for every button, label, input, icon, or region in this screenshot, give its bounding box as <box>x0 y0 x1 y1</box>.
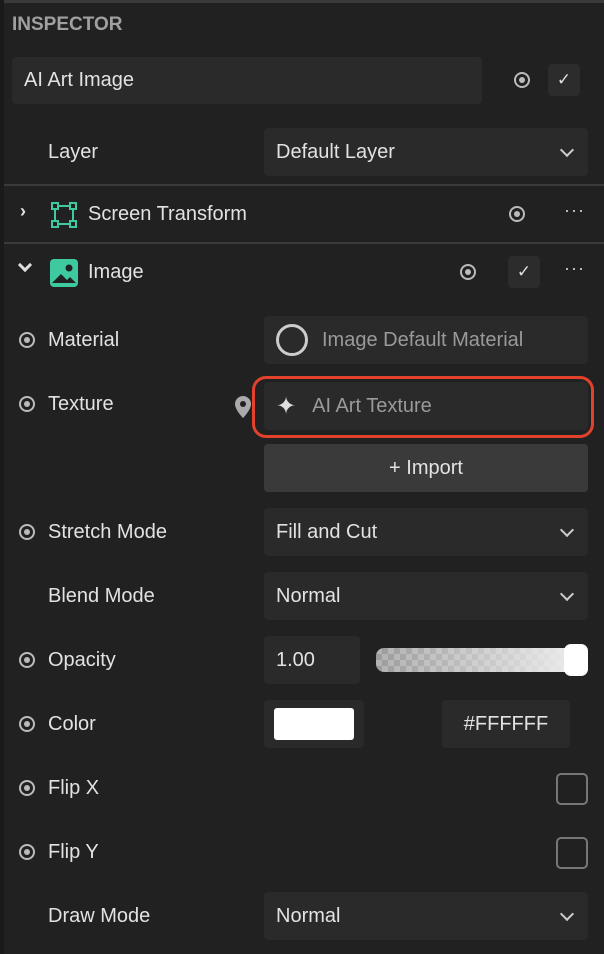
screen-transform-radio-icon[interactable] <box>509 206 525 222</box>
color-swatch <box>274 708 354 740</box>
material-label: Material <box>48 329 120 351</box>
layer-dropdown[interactable]: Default Layer <box>264 128 588 176</box>
stretch-mode-value: Fill and Cut <box>276 520 378 543</box>
import-button[interactable]: + Import <box>264 444 588 492</box>
opacity-input[interactable]: 1.00 <box>264 636 360 684</box>
component-title-screen-transform[interactable]: Screen Transform <box>88 203 247 226</box>
stretch-mode-radio-icon[interactable] <box>19 524 35 540</box>
opacity-label: Opacity <box>48 649 116 671</box>
opacity-slider-handle[interactable] <box>564 644 588 676</box>
layer-value: Default Layer <box>276 140 395 163</box>
left-border <box>0 0 4 954</box>
stretch-mode-label: Stretch Mode <box>48 521 167 543</box>
object-enabled-checkbox[interactable]: ✓ <box>548 64 580 96</box>
flip-y-checkbox[interactable] <box>556 837 588 869</box>
object-radio-icon[interactable] <box>514 72 530 88</box>
more-icon[interactable]: ··· <box>564 258 585 279</box>
blend-mode-value: Normal <box>276 584 341 607</box>
divider <box>4 184 604 186</box>
opacity-value: 1.00 <box>276 648 315 671</box>
texture-radio-icon[interactable] <box>19 396 35 412</box>
flip-y-radio-icon[interactable] <box>19 844 35 860</box>
color-label: Color <box>48 713 96 735</box>
import-label: + Import <box>389 456 463 479</box>
color-hex-value: #FFFFFF <box>463 712 549 735</box>
panel-title: INSPECTOR <box>12 14 123 35</box>
object-name-text: AI Art Image <box>24 69 135 91</box>
image-radio-icon[interactable] <box>460 264 476 280</box>
color-hex-input[interactable]: #FFFFFF <box>442 700 570 748</box>
draw-mode-value: Normal <box>276 904 341 927</box>
flip-x-label: Flip X <box>48 777 100 799</box>
divider <box>4 242 604 244</box>
top-border <box>0 0 604 3</box>
material-value: Image Default Material <box>322 328 524 351</box>
more-icon[interactable]: ··· <box>564 200 585 221</box>
image-icon <box>50 259 78 287</box>
object-name-input[interactable]: AI Art Image <box>12 57 482 104</box>
flip-x-radio-icon[interactable] <box>19 780 35 796</box>
stretch-mode-dropdown[interactable]: Fill and Cut <box>264 508 588 556</box>
blend-mode-dropdown[interactable]: Normal <box>264 572 588 620</box>
material-field[interactable]: Image Default Material <box>264 316 588 364</box>
image-enabled-checkbox[interactable]: ✓ <box>508 256 540 288</box>
flip-y-label: Flip Y <box>48 841 99 863</box>
screen-transform-icon <box>51 202 77 228</box>
texture-field[interactable]: ✦ AI Art Texture <box>264 382 588 430</box>
color-radio-icon[interactable] <box>19 716 35 732</box>
material-radio-icon[interactable] <box>19 332 35 348</box>
component-title-image[interactable]: Image <box>88 261 144 284</box>
draw-mode-label: Draw Mode <box>48 905 151 927</box>
texture-label: Texture <box>48 393 114 415</box>
texture-value: AI Art Texture <box>312 394 432 417</box>
opacity-slider[interactable] <box>376 648 588 672</box>
ai-brush-sparkle-icon: ✦ <box>276 392 297 420</box>
blend-mode-label: Blend Mode <box>48 585 155 607</box>
color-swatch-button[interactable] <box>264 700 364 748</box>
chevron-right-icon[interactable]: › <box>20 201 26 222</box>
draw-mode-dropdown[interactable]: Normal <box>264 892 588 940</box>
flip-x-checkbox[interactable] <box>556 773 588 805</box>
material-icon <box>276 324 308 356</box>
layer-label: Layer <box>48 141 99 163</box>
location-pin-icon[interactable] <box>234 395 252 419</box>
chevron-down-icon[interactable] <box>17 257 33 273</box>
opacity-radio-icon[interactable] <box>19 652 35 668</box>
